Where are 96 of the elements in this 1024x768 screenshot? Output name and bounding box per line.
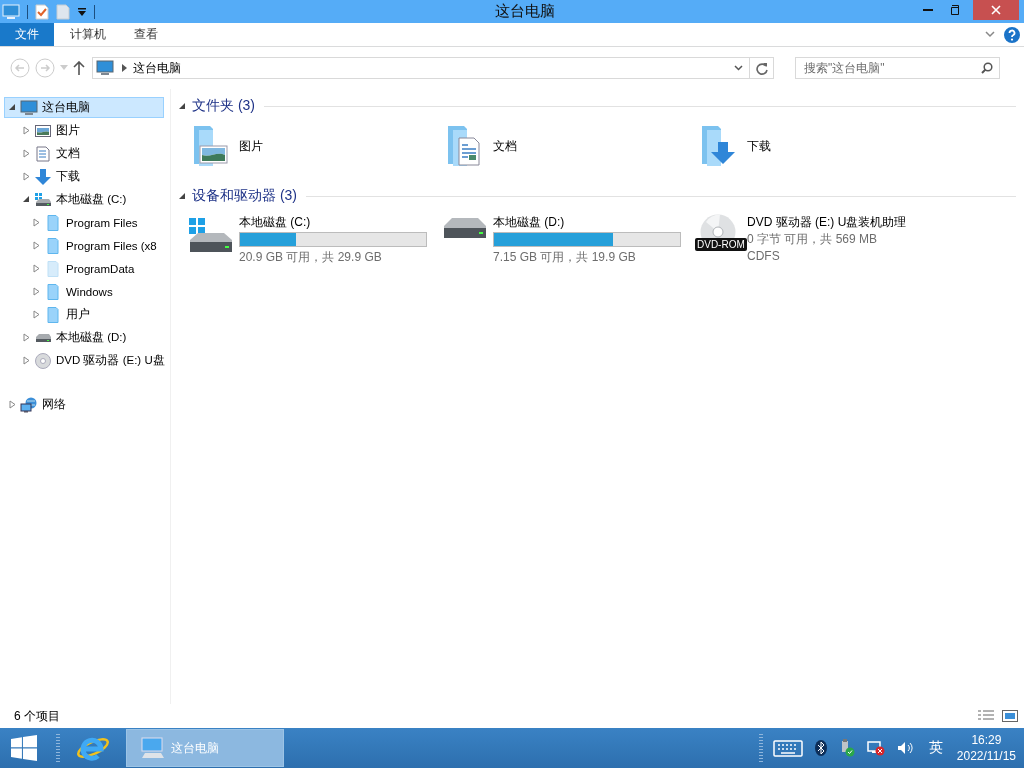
document-icon (36, 145, 50, 162)
bluetooth-icon[interactable] (814, 740, 827, 756)
minimize-icon (923, 9, 933, 11)
customize-caret-icon[interactable] (77, 6, 87, 17)
down-arrow-icon (35, 168, 51, 185)
network-icon (20, 396, 38, 413)
keyboard-icon[interactable] (772, 738, 803, 758)
item-name[interactable]: 本地磁盘 (D:) (493, 214, 681, 231)
ribbon-tab[interactable]: 文件 (0, 23, 54, 46)
windows-logo-icon (11, 735, 37, 761)
tree-item[interactable]: 本地磁盘 (D:) (4, 327, 170, 348)
restore-icon (949, 5, 959, 15)
item-name[interactable]: 下载 (747, 138, 771, 155)
item-name[interactable]: 文档 (493, 138, 517, 155)
tree-item-label: 用户 (66, 307, 90, 322)
refresh-button[interactable] (750, 57, 774, 79)
expand-ribbon-icon[interactable] (985, 30, 995, 39)
input-method-indicator[interactable]: 英 (928, 739, 943, 757)
tree-item[interactable]: 用户 (4, 304, 170, 325)
tree-item-label: 下载 (56, 169, 80, 184)
tree-item[interactable]: 下载 (4, 166, 170, 187)
help-icon[interactable] (1004, 26, 1020, 43)
tree-item-label: 网络 (42, 397, 66, 412)
tree-item[interactable]: 图片 (4, 120, 170, 141)
computer-icon[interactable] (2, 3, 20, 20)
volume-icon[interactable] (896, 741, 915, 755)
expand-arrow-icon[interactable] (23, 333, 30, 342)
tree-item[interactable]: Program Files (4, 212, 170, 233)
tree-item[interactable]: DVD 驱动器 (E:) U盘 (4, 350, 170, 371)
close-icon (991, 5, 1001, 15)
tree-item-label: ProgramData (66, 262, 135, 275)
disc-icon (35, 352, 51, 369)
tree-item-label: 本地磁盘 (D:) (56, 330, 127, 345)
expand-arrow-icon[interactable] (23, 172, 30, 181)
group-heading[interactable]: 设备和驱动器 (3) (192, 187, 297, 205)
computer-icon (20, 99, 38, 116)
drive-icon (34, 331, 52, 344)
expand-arrow-icon[interactable] (9, 400, 16, 409)
collapse-arrow-icon[interactable] (9, 104, 16, 111)
tree-item-label: 文档 (56, 146, 80, 161)
drive-icon (34, 191, 52, 208)
close-button[interactable] (973, 0, 1019, 20)
item-name[interactable]: 图片 (239, 138, 263, 155)
large-icons-view-icon[interactable] (1002, 710, 1018, 722)
collapse-arrow-icon[interactable] (23, 196, 30, 203)
address-dropdown-icon[interactable] (734, 65, 743, 71)
breadcrumb-arrow-icon (122, 64, 127, 72)
tree-item[interactable]: 网络 (4, 394, 170, 415)
expand-arrow-icon[interactable] (33, 264, 40, 273)
expand-arrow-icon[interactable] (23, 126, 30, 135)
drive-type-label: DVD-ROM (695, 238, 747, 251)
item-name[interactable]: DVD 驱动器 (E:) U盘装机助理 (747, 214, 907, 231)
expand-arrow-icon[interactable] (23, 356, 30, 365)
group-heading[interactable]: 文件夹 (3) (192, 97, 255, 115)
network-error-icon[interactable] (866, 740, 885, 756)
tree-item[interactable]: Windows (4, 281, 170, 302)
tree-item-label: 本地磁盘 (C:) (56, 192, 127, 207)
tree-item[interactable]: 本地磁盘 (C:) (4, 189, 170, 210)
expand-arrow-icon[interactable] (33, 241, 40, 250)
ribbon-tab[interactable]: 计算机 (56, 23, 120, 46)
collapse-arrow-icon[interactable] (179, 103, 185, 109)
item-name[interactable]: 本地磁盘 (C:) (239, 214, 427, 231)
up-arrow-icon[interactable] (73, 61, 85, 75)
details-view-icon[interactable] (978, 710, 994, 722)
tree-item[interactable]: Program Files (x8 (4, 235, 170, 256)
capacity-text: 20.9 GB 可用，共 29.9 GB (239, 249, 383, 266)
window-title: 这台电脑 (495, 2, 555, 21)
clock[interactable]: 16:29 2022/11/15 (956, 732, 1016, 764)
search-field[interactable]: 搜索"这台电脑" (795, 57, 1000, 79)
tree-item[interactable]: 文档 (4, 143, 170, 164)
tree-item-label: 图片 (56, 123, 80, 138)
file-system-text: CDFS (747, 248, 781, 265)
picture-frame-icon (35, 123, 51, 138)
tree-item-label: 这台电脑 (42, 100, 90, 115)
tree-item[interactable]: 这台电脑 (4, 97, 164, 118)
computer-icon (139, 736, 165, 760)
capacity-text: 0 字节 可用，共 569 MB (747, 231, 879, 248)
tree-item-label: Windows (66, 285, 113, 298)
computer-icon (96, 60, 114, 76)
tree-item-label: DVD 驱动器 (E:) U盘 (56, 353, 165, 368)
properties-icon[interactable] (35, 3, 49, 20)
search-icon[interactable] (981, 62, 993, 74)
item-count: 6 个项目 (14, 707, 60, 725)
breadcrumb[interactable]: 这台电脑 (133, 59, 181, 77)
address-field[interactable]: 这台电脑 (92, 57, 750, 79)
expand-arrow-icon[interactable] (33, 310, 40, 319)
refresh-icon (755, 61, 768, 75)
capacity-text: 7.15 GB 可用，共 19.9 GB (493, 249, 637, 266)
tree-item-label: Program Files (x8 (66, 239, 157, 252)
expand-arrow-icon[interactable] (33, 218, 40, 227)
ribbon-tab[interactable]: 查看 (120, 23, 172, 46)
tree-item-label: Program Files (66, 216, 138, 229)
tree-item[interactable]: ProgramData (4, 258, 170, 279)
collapse-arrow-icon[interactable] (179, 193, 185, 199)
expand-arrow-icon[interactable] (33, 287, 40, 296)
expand-arrow-icon[interactable] (23, 149, 30, 158)
